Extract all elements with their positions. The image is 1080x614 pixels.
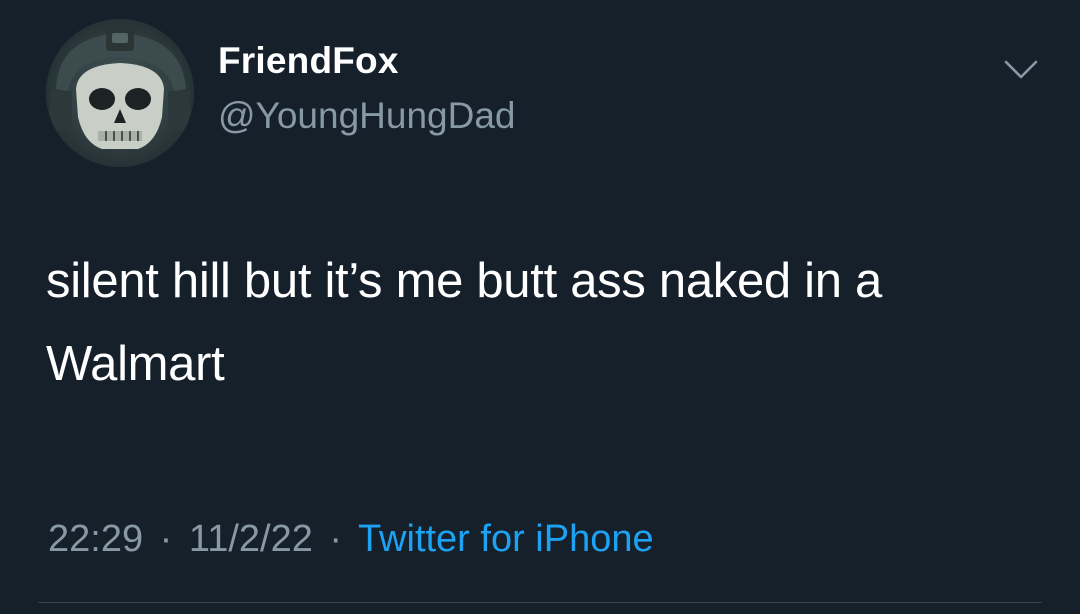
meta-separator: · <box>329 518 343 560</box>
tweet-date[interactable]: 11/2/22 <box>189 518 313 560</box>
meta-separator: · <box>159 518 173 560</box>
tweet-meta: 22:29 · 11/2/22 · Twitter for iPhone <box>48 515 654 563</box>
divider <box>38 602 1042 603</box>
user-handle[interactable]: @YoungHungDad <box>218 97 515 134</box>
tweet-text: silent hill but it’s me butt ass naked i… <box>46 254 882 391</box>
skull-helmet-avatar-icon <box>46 19 194 167</box>
display-name[interactable]: FriendFox <box>218 42 399 79</box>
tweet-time[interactable]: 22:29 <box>48 518 143 560</box>
tweet-card: FriendFox @YoungHungDad silent hill but … <box>0 0 1080 614</box>
tweet-source-link[interactable]: Twitter for iPhone <box>358 518 654 560</box>
avatar[interactable] <box>46 19 194 167</box>
chevron-down-icon[interactable] <box>1002 56 1040 84</box>
chevron-down-icon-graphic <box>1004 60 1038 79</box>
